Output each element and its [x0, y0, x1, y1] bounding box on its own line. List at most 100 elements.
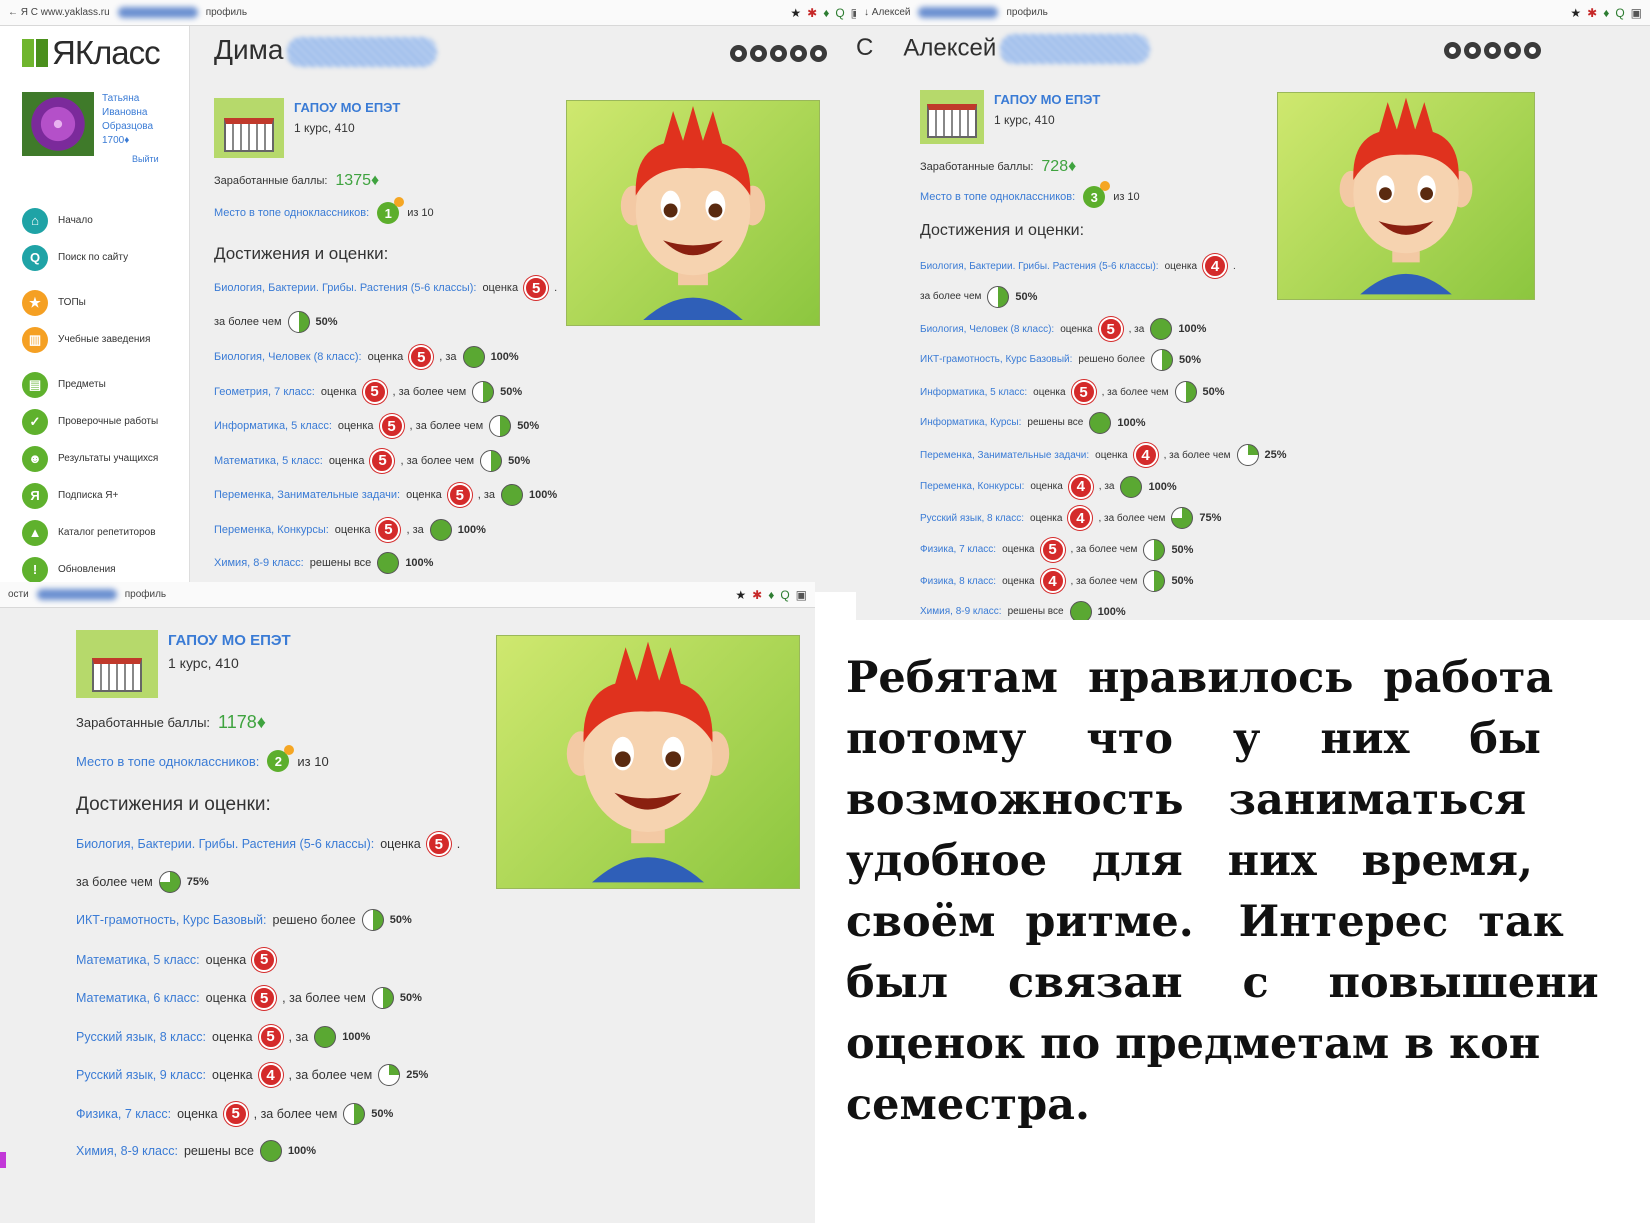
- row-text: , за: [288, 1029, 309, 1044]
- ya-plus-icon: Я: [22, 482, 48, 509]
- yaklass-logo[interactable]: ЯКласс: [22, 34, 161, 72]
- rating-circles[interactable]: [730, 45, 827, 62]
- rating-circles[interactable]: [1444, 42, 1541, 59]
- sidebar-item-label: Обновления: [58, 564, 116, 575]
- row-text: , за: [1128, 323, 1145, 335]
- subject-link[interactable]: Информатика, 5 класс:: [214, 420, 332, 432]
- subject-link[interactable]: Биология, Человек (8 класс):: [920, 324, 1054, 335]
- row-text: оценка: [337, 420, 374, 432]
- sidebar: ЯКласс Татьяна Ивановна Образцова 1700♦ …: [0, 26, 190, 592]
- page-title: С Алексей: [856, 34, 1151, 64]
- subject-link[interactable]: Математика, 6 класс:: [76, 991, 200, 1005]
- subject-link[interactable]: Биология, Человек (8 класс):: [214, 351, 362, 363]
- progress-pie-icon: [501, 484, 524, 506]
- browser-extensions[interactable]: ★✱♦Q▣: [735, 588, 807, 602]
- subject-link[interactable]: Биология, Бактерии. Грибы. Растения (5-6…: [214, 282, 476, 294]
- subject-link[interactable]: Информатика, 5 класс:: [920, 387, 1027, 398]
- achievement-row: Русский язык, 8 класс: оценка 4 , за более …: [920, 506, 1221, 530]
- sidebar-nav: ⌂ Начало Q Поиск по сайту ★ ТОПы ▥ Учебные заве…: [22, 202, 182, 588]
- achievement-row: Информатика, 5 класс: оценка 5 , за более ч…: [920, 380, 1225, 404]
- row-text: , за более чем: [400, 454, 475, 467]
- browser-extensions[interactable]: ★✱♦Q▣: [1570, 6, 1642, 20]
- percent-value: 50%: [389, 914, 412, 926]
- grade-badge: 5: [1098, 317, 1123, 341]
- subject-link[interactable]: Физика, 7 класс:: [920, 544, 996, 555]
- subject-link[interactable]: Физика, 7 класс:: [76, 1107, 171, 1121]
- subject-link[interactable]: Русский язык, 9 класс:: [76, 1068, 206, 1082]
- address-bar[interactable]: ↓ Алексей: [864, 7, 910, 18]
- sidebar-item-6[interactable]: ✓ Проверочные работы: [22, 403, 182, 440]
- subject-link[interactable]: Переменка, Конкурсы:: [920, 481, 1024, 492]
- sidebar-item-2[interactable]: Q Поиск по сайту: [22, 239, 182, 276]
- school-name[interactable]: ГАПОУ МО ЕПЭТ: [994, 92, 1100, 107]
- subject-link[interactable]: Русский язык, 8 класс:: [920, 513, 1024, 524]
- achievement-row: Химия, 8-9 класс: решены все 100%: [920, 600, 1126, 620]
- grade-badge: 5: [409, 345, 434, 369]
- avatar[interactable]: [22, 92, 94, 156]
- browser-extensions[interactable]: ★✱♦Q▣: [790, 6, 862, 20]
- percent-value: 100%: [1178, 323, 1207, 335]
- school-name[interactable]: ГАПОУ МО ЕПЭТ: [294, 100, 400, 115]
- subject-link[interactable]: Химия, 8-9 класс:: [920, 606, 1002, 617]
- subject-link[interactable]: Переменка, Занимательные задачи:: [214, 489, 400, 501]
- row-text: оценка: [1030, 481, 1063, 492]
- sidebar-item-3[interactable]: ★ ТОПы: [22, 284, 182, 321]
- achievement-row: Биология, Бактерии. Грибы. Растения (5-6…: [76, 832, 460, 856]
- address-bar[interactable]: ← Я C www.yaklass.ru: [8, 7, 110, 18]
- sidebar-item-label: Результаты учащихся: [58, 453, 159, 464]
- logout-link[interactable]: Выйти: [102, 154, 182, 164]
- subject-link[interactable]: Математика, 5 класс:: [214, 455, 323, 467]
- percent-value: 50%: [1015, 290, 1038, 303]
- rank-medal-icon: 3: [1083, 181, 1111, 208]
- subject-link[interactable]: Биология, Бактерии. Грибы. Растения (5-6…: [920, 261, 1159, 272]
- subject-link[interactable]: Информатика, Курсы:: [920, 417, 1021, 428]
- course-info: 1 курс, 410: [168, 655, 239, 671]
- subject-link[interactable]: Геометрия, 7 класс:: [214, 386, 315, 398]
- sidebar-item-7[interactable]: ☻ Результаты учащихся: [22, 440, 182, 477]
- sidebar-item-5[interactable]: ▤ Предметы: [22, 366, 182, 403]
- row-text: оценка: [1164, 260, 1198, 272]
- sidebar-item-label: Каталог репетиторов: [58, 527, 156, 538]
- subject-link[interactable]: Физика, 8 класс:: [920, 576, 996, 587]
- school-name[interactable]: ГАПОУ МО ЕПЭТ: [168, 632, 291, 649]
- row-text: , за: [1098, 481, 1115, 492]
- percent-value: 100%: [342, 1030, 371, 1043]
- percent-value: 25%: [406, 1069, 429, 1081]
- tab-title[interactable]: профиль: [1006, 7, 1047, 18]
- subject-link[interactable]: Переменка, Конкурсы:: [214, 524, 329, 536]
- class-rank[interactable]: Место в топе одноклассников: 3 из 10: [920, 181, 1140, 208]
- grade-badge: 4: [1068, 506, 1093, 530]
- sidebar-item-4[interactable]: ▥ Учебные заведения: [22, 321, 182, 358]
- subject-link[interactable]: ИКТ-грамотность, Курс Базовый:: [920, 354, 1072, 365]
- row-text: решено более: [1078, 354, 1146, 365]
- course-info: 1 курс, 410: [294, 121, 355, 135]
- progress-pie-icon: [1171, 507, 1194, 529]
- tab-title[interactable]: профиль: [125, 589, 166, 600]
- address-bar[interactable]: ости: [8, 589, 29, 600]
- tab-title[interactable]: профиль: [206, 7, 247, 18]
- subject-link[interactable]: ИКТ-грамотность, Курс Базовый:: [76, 913, 267, 927]
- sidebar-item-9[interactable]: ▲ Каталог репетиторов: [22, 514, 182, 551]
- school-card: ГАПОУ МО ЕПЭТ 1 курс, 410: [920, 90, 1100, 144]
- subject-link[interactable]: Русский язык, 8 класс:: [76, 1030, 206, 1044]
- subject-link[interactable]: Математика, 5 класс:: [76, 953, 200, 967]
- school-icon: [214, 98, 284, 158]
- caption-line: семестра.: [846, 1080, 1090, 1130]
- class-rank[interactable]: Место в топе одноклассников: 2 из 10: [76, 745, 329, 772]
- subject-link[interactable]: Переменка, Занимательные задачи:: [920, 450, 1089, 461]
- logo-books-icon: [22, 39, 48, 67]
- user-name[interactable]: Татьяна Ивановна Образцова: [102, 92, 182, 134]
- row-text: решены все: [1007, 606, 1064, 617]
- subject-link[interactable]: Биология, Бактерии. Грибы. Растения (5-6…: [76, 837, 374, 851]
- class-rank[interactable]: Место в топе одноклассников: 1 из 10: [214, 197, 434, 224]
- sidebar-item-1[interactable]: ⌂ Начало: [22, 202, 182, 239]
- subject-link[interactable]: Химия, 8-9 класс:: [214, 557, 304, 569]
- grade-badge: 4: [1203, 254, 1228, 278]
- row-text: оценка: [380, 837, 421, 851]
- cap-icon: ▲: [22, 519, 48, 546]
- sidebar-item-8[interactable]: Я Подписка Я+: [22, 477, 182, 514]
- progress-pie-icon: [472, 380, 495, 403]
- caption-line: оценок по предметам в кон: [846, 1019, 1541, 1069]
- row-text: оценка: [177, 1106, 218, 1121]
- subject-link[interactable]: Химия, 8-9 класс:: [76, 1144, 178, 1158]
